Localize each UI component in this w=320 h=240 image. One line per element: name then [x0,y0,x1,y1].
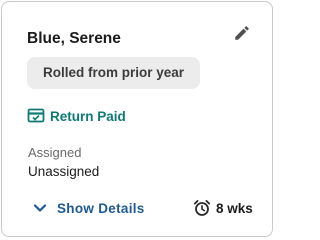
duration-indicator: 8 wks [193,199,253,217]
alarm-clock-icon [193,200,211,216]
show-details-button[interactable]: Show Details [33,199,145,217]
return-status-label: Return Paid [50,108,126,124]
edit-button[interactable] [233,24,251,42]
duration-label: 8 wks [216,200,253,216]
show-details-label: Show Details [57,200,145,216]
client-name: Blue, Serene [27,30,121,47]
client-card: Blue, Serene Rolled from prior year Retu… [1,1,273,237]
return-status: Return Paid [27,107,126,125]
status-chip: Rolled from prior year [27,57,201,89]
assigned-value: Unassigned [28,164,100,179]
pencil-icon [235,26,249,40]
assigned-label: Assigned [28,145,82,160]
payment-card-icon [27,108,45,123]
chevron-down-icon [33,204,47,212]
